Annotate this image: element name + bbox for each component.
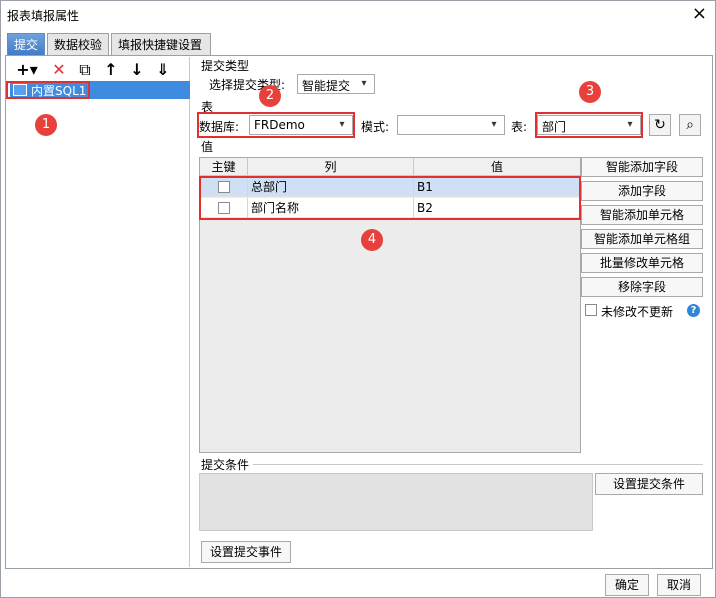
no-update-checkbox[interactable] <box>585 304 597 316</box>
tab-data-validation[interactable]: 数据校验 <box>47 33 109 55</box>
condition-section-label: 提交条件 <box>201 458 250 472</box>
column-header-column: 列 <box>248 158 414 176</box>
schema-label: 模式: <box>361 120 390 134</box>
key-checkbox[interactable] <box>218 181 230 193</box>
smart-add-field-button[interactable]: 智能添加字段 <box>581 157 703 177</box>
table-row[interactable]: 总部门 B1 <box>200 177 580 197</box>
tree-item-sql1[interactable]: 内置SQL1 <box>10 81 190 99</box>
annotation-badge-1: 1 <box>35 114 57 136</box>
table-icon <box>13 84 27 96</box>
database-label: 数据库: <box>199 120 240 134</box>
set-condition-button[interactable]: 设置提交条件 <box>595 473 703 495</box>
column-header-value: 值 <box>490 160 503 174</box>
condition-area <box>199 473 593 531</box>
help-icon[interactable]: ? <box>687 304 700 317</box>
remove-field-button[interactable]: 移除字段 <box>581 277 703 297</box>
table-label: 表: <box>511 120 528 134</box>
ok-button[interactable]: 确定 <box>605 574 649 596</box>
no-update-label: 未修改不更新 <box>601 305 674 319</box>
annotation-badge-3: 3 <box>579 81 601 103</box>
title-bar: 报表填报属性 × <box>1 1 715 29</box>
smart-add-cell-group-button[interactable]: 智能添加单元格组 <box>581 229 703 249</box>
value-cell[interactable]: B1 <box>414 177 580 197</box>
move-down-icon[interactable]: ↓ <box>126 59 148 81</box>
batch-modify-cell-button[interactable]: 批量修改单元格 <box>581 253 703 273</box>
key-cell <box>200 198 248 218</box>
chevron-down-icon: ▾ <box>361 78 367 89</box>
close-icon[interactable]: × <box>692 4 707 24</box>
submit-type-value: 智能提交 <box>302 79 351 93</box>
column-cell[interactable]: 总部门 <box>248 177 414 197</box>
table-section-label: 表 <box>201 100 214 114</box>
dialog-title: 报表填报属性 <box>7 9 80 23</box>
dialog-window: 报表填报属性 × 提交 数据校验 填报快捷键设置 +▾ ✕ ⧉ ↑ ↓ ⇓ 内置… <box>0 0 716 598</box>
values-grid: 主键 列 值 总部门 B1 部门名称 B2 <box>199 157 581 453</box>
column-cell[interactable]: 部门名称 <box>248 198 414 218</box>
copy-icon[interactable]: ⧉ <box>74 59 96 81</box>
divider <box>253 464 703 465</box>
move-up-icon[interactable]: ↑ <box>100 59 122 81</box>
refresh-icon[interactable]: ↻ <box>649 114 671 136</box>
database-value: FRDemo <box>254 118 305 132</box>
annotation-badge-2: 2 <box>259 85 281 107</box>
set-event-button[interactable]: 设置提交事件 <box>201 541 291 563</box>
database-select[interactable]: FRDemo ▾ <box>249 115 353 135</box>
chevron-down-icon: ▾ <box>627 119 633 130</box>
smart-add-cell-button[interactable]: 智能添加单元格 <box>581 205 703 225</box>
submit-type-select[interactable]: 智能提交 ▾ <box>297 74 375 94</box>
sql-toolbar: +▾ ✕ ⧉ ↑ ↓ ⇓ <box>10 59 190 81</box>
annotation-badge-4: 4 <box>361 229 383 251</box>
preview-icon[interactable]: ⌕ <box>679 114 701 136</box>
key-checkbox[interactable] <box>218 202 230 214</box>
tree-item-label: 内置SQL1 <box>31 84 87 98</box>
add-field-button[interactable]: 添加字段 <box>581 181 703 201</box>
table-value: 部门 <box>542 120 567 134</box>
cancel-button[interactable]: 取消 <box>657 574 701 596</box>
delete-icon[interactable]: ✕ <box>48 59 70 81</box>
left-panel: +▾ ✕ ⧉ ↑ ↓ ⇓ 内置SQL1 <box>6 57 190 567</box>
sort-icon[interactable]: ⇓ <box>152 59 174 81</box>
add-icon[interactable]: +▾ <box>12 59 42 81</box>
chevron-down-icon: ▾ <box>339 119 345 130</box>
schema-select[interactable]: ▾ <box>397 115 505 135</box>
values-section-label: 值 <box>201 140 214 154</box>
value-cell[interactable]: B2 <box>414 198 580 218</box>
submit-type-section-label: 提交类型 <box>201 59 250 73</box>
tab-submit[interactable]: 提交 <box>7 33 45 56</box>
column-header-key: 主键 <box>200 158 248 176</box>
key-cell <box>200 177 248 197</box>
grid-header: 主键 列 值 <box>200 158 580 176</box>
table-select[interactable]: 部门 ▾ <box>537 115 641 135</box>
chevron-down-icon: ▾ <box>491 119 497 130</box>
table-row[interactable]: 部门名称 B2 <box>200 198 580 218</box>
tab-shortcut-settings[interactable]: 填报快捷键设置 <box>111 33 211 55</box>
